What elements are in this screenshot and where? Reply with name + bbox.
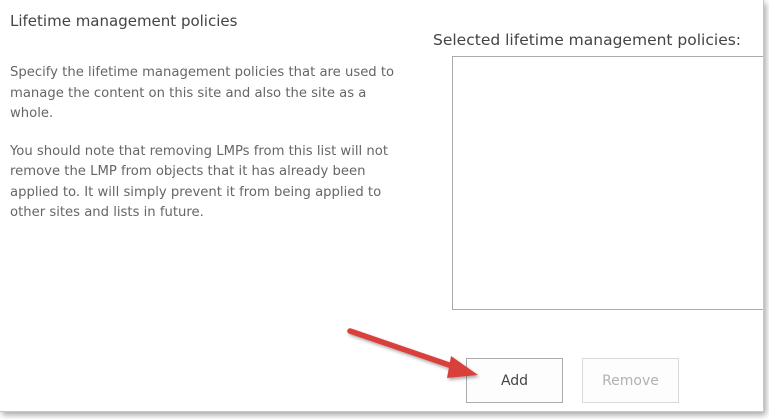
selected-policies-listbox[interactable] bbox=[452, 56, 763, 310]
description-paragraph-1: Specify the lifetime management policies… bbox=[10, 65, 395, 121]
description-paragraph-2: You should note that removing LMPs from … bbox=[10, 143, 388, 221]
lifetime-policies-panel: Lifetime management policies Specify the… bbox=[0, 0, 764, 412]
add-button[interactable]: Add bbox=[466, 358, 563, 403]
section-description: Specify the lifetime management policies… bbox=[10, 63, 405, 241]
section-title: Lifetime management policies bbox=[10, 12, 238, 30]
remove-button[interactable]: Remove bbox=[582, 358, 679, 403]
selected-policies-label: Selected lifetime management policies: bbox=[433, 31, 742, 49]
